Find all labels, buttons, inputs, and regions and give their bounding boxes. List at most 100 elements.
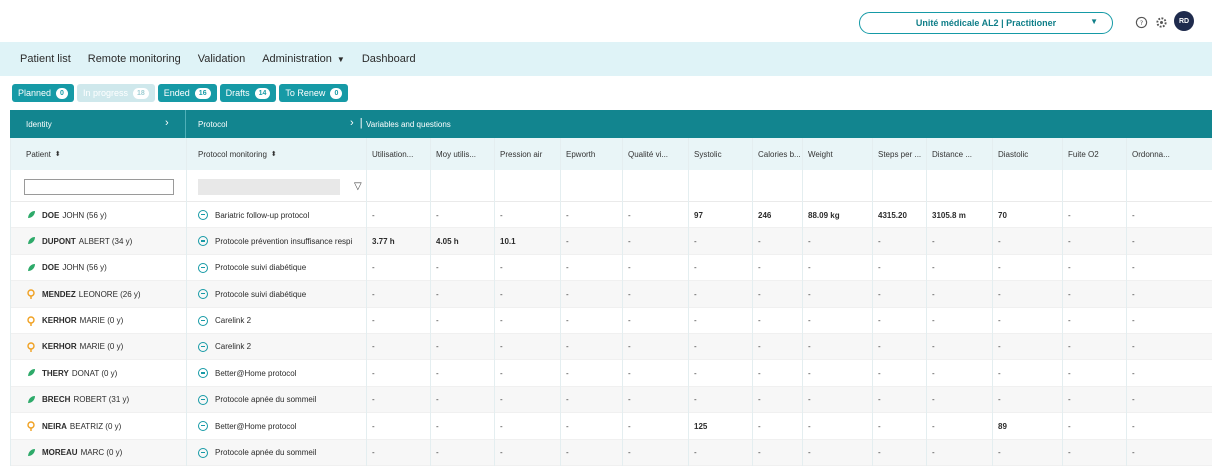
patient-cell[interactable]: DUPONT ALBERT (34 y)	[26, 228, 132, 254]
value-cell: -	[758, 368, 761, 378]
column-variable[interactable]: Epworth	[566, 138, 624, 170]
table-row[interactable]: KERHOR MARIE (0 y) Carelink 2 - - - - - - - - - - - - -	[10, 308, 1212, 334]
column-variable[interactable]: Distance ...	[932, 138, 990, 170]
patient-cell[interactable]: BRECH ROBERT (31 y)	[26, 387, 129, 413]
patient-cell[interactable]: DOE JOHN (56 y)	[26, 255, 107, 281]
patient-cell[interactable]: KERHOR MARIE (0 y)	[26, 334, 123, 360]
nav-item-patient-list[interactable]: Patient list	[20, 53, 71, 65]
protocol-cell[interactable]: Carelink 2	[198, 334, 251, 360]
table-row[interactable]: MOREAU MARC (0 y) Protocole apnée du somme…	[10, 439, 1212, 466]
care-unit-select[interactable]: Unité médicale AL2 | Practitioner ▼	[859, 12, 1113, 34]
minus-circle-icon[interactable]	[198, 341, 208, 352]
table-row[interactable]: NEIRA BEATRIZ (0 y) Better@Home protocol - -…	[10, 413, 1212, 440]
chevron-down-icon: ▼	[1090, 17, 1098, 26]
value-cell: 10.1	[500, 236, 516, 246]
tab-planned[interactable]: Planned 0	[12, 84, 74, 102]
table-row[interactable]: MENDEZ LEONORE (26 y) Protocole suivi diab…	[10, 281, 1212, 308]
minus-circle-icon[interactable]	[198, 262, 208, 273]
value-cell: 4315.20	[878, 210, 907, 220]
divider	[622, 138, 623, 466]
tab-to-renew[interactable]: To Renew 0	[279, 84, 349, 102]
patient-last-name: NEIRA	[42, 421, 67, 431]
column-patient[interactable]: Patient ⬍	[26, 138, 61, 170]
chevron-right-icon[interactable]: ›	[165, 117, 169, 129]
care-unit-select-label: Unité médicale AL2 | Practitioner	[915, 18, 1057, 28]
sort-icon[interactable]: ⬍	[55, 150, 61, 158]
column-variable[interactable]: Steps per ...	[878, 138, 936, 170]
avatar[interactable]: RD	[1174, 11, 1194, 31]
value-cell: -	[436, 342, 439, 352]
divider	[430, 138, 431, 466]
tab-in-progress[interactable]: In progress 18	[76, 84, 155, 102]
patient-filter-input[interactable]	[24, 179, 174, 195]
nav-item-remote-monitoring[interactable]: Remote monitoring	[88, 53, 181, 65]
gear-icon[interactable]	[1154, 15, 1168, 29]
protocol-cell[interactable]: Protocole apnée du sommeil	[198, 387, 316, 413]
protocol-cell[interactable]: Carelink 2	[198, 308, 251, 334]
column-variable[interactable]: Qualité vi...	[628, 138, 686, 170]
minus-circle-icon[interactable]	[198, 210, 208, 220]
column-protocol[interactable]: Protocol monitoring ⬍	[198, 138, 277, 170]
value-cell: -	[566, 368, 569, 378]
chevron-right-icon[interactable]: › |	[350, 117, 363, 129]
protocol-cell[interactable]: Protocole suivi diabétique	[198, 281, 306, 307]
value-cell: -	[500, 448, 503, 458]
column-variable[interactable]: Pression air	[500, 138, 558, 170]
column-variable[interactable]: Ordonna...	[1132, 138, 1190, 170]
tab-drafts[interactable]: Drafts 14	[219, 84, 277, 102]
value-cell: 3105.8 m	[932, 210, 966, 220]
value-cell: -	[878, 368, 881, 378]
help-icon[interactable]: ?	[1134, 15, 1148, 29]
protocol-cell[interactable]: Protocole prévention insuffisance respi	[198, 228, 352, 254]
column-variable[interactable]: Utilisation...	[372, 138, 430, 170]
tab-label: Drafts	[225, 88, 250, 98]
filter-icon[interactable]: ▽	[354, 181, 362, 192]
minus-circle-icon[interactable]	[198, 447, 208, 458]
patient-cell[interactable]: THERY DONAT (0 y)	[26, 360, 117, 386]
leaf-icon	[26, 236, 36, 246]
table-row[interactable]: BRECH ROBERT (31 y) Protocole apnée du som…	[10, 386, 1212, 414]
value-cell: -	[1132, 236, 1135, 246]
value-cell: -	[500, 368, 503, 378]
column-variable[interactable]: Diastolic	[998, 138, 1056, 170]
table-row[interactable]: DUPONT ALBERT (34 y) Protocole prévention …	[10, 228, 1212, 255]
sort-icon[interactable]: ⬍	[271, 150, 277, 158]
value-cell: -	[1068, 342, 1071, 352]
value-cell: -	[566, 316, 569, 326]
value-cell: -	[808, 342, 811, 352]
column-variable[interactable]: Moy utilis...	[436, 138, 494, 170]
value-cell: -	[932, 236, 935, 246]
minus-circle-icon[interactable]	[198, 315, 208, 326]
table-row[interactable]: DOE JOHN (56 y) Protocole suivi diabétique…	[10, 255, 1212, 282]
nav-item-dashboard[interactable]: Dashboard	[362, 53, 416, 65]
value-cell: 4.05 h	[436, 236, 459, 246]
minus-circle-icon[interactable]	[198, 421, 208, 432]
protocol-cell[interactable]: Better@Home protocol	[198, 360, 297, 386]
column-variable[interactable]: Fuite O2	[1068, 138, 1126, 170]
value-cell: -	[566, 263, 569, 273]
table-row[interactable]: KERHOR MARIE (0 y) Carelink 2 - - - - - - - - - - - - -	[10, 333, 1212, 361]
patient-cell[interactable]: KERHOR MARIE (0 y)	[26, 308, 123, 334]
protocol-filter-input[interactable]	[198, 179, 340, 195]
patient-last-name: MOREAU	[42, 448, 78, 458]
table-row[interactable]: DOE JOHN (56 y) Bariatric follow-up protoc…	[10, 202, 1212, 229]
patient-cell[interactable]: MOREAU MARC (0 y)	[26, 440, 122, 466]
patient-cell[interactable]: NEIRA BEATRIZ (0 y)	[26, 413, 121, 439]
minus-circle-icon[interactable]	[198, 236, 208, 247]
column-variable[interactable]: Weight	[808, 138, 866, 170]
protocol-cell[interactable]: Protocole apnée du sommeil	[198, 440, 316, 466]
protocol-cell[interactable]: Bariatric follow-up protocol	[198, 202, 309, 228]
nav-item-validation[interactable]: Validation	[198, 53, 246, 65]
minus-circle-icon[interactable]	[198, 289, 208, 300]
patient-cell[interactable]: DOE JOHN (56 y)	[26, 202, 107, 228]
protocol-cell[interactable]: Better@Home protocol	[198, 413, 297, 439]
minus-circle-icon[interactable]	[198, 368, 208, 379]
value-cell: -	[1068, 289, 1071, 299]
table-row[interactable]: THERY DONAT (0 y) Better@Home protocol - - - -…	[10, 360, 1212, 387]
tab-ended[interactable]: Ended 16	[157, 84, 217, 102]
protocol-cell[interactable]: Protocole suivi diabétique	[198, 255, 306, 281]
column-variable[interactable]: Systolic	[694, 138, 752, 170]
nav-item-administration[interactable]: Administration ▼	[262, 53, 345, 65]
patient-cell[interactable]: MENDEZ LEONORE (26 y)	[26, 281, 141, 307]
minus-circle-icon[interactable]	[198, 394, 208, 405]
